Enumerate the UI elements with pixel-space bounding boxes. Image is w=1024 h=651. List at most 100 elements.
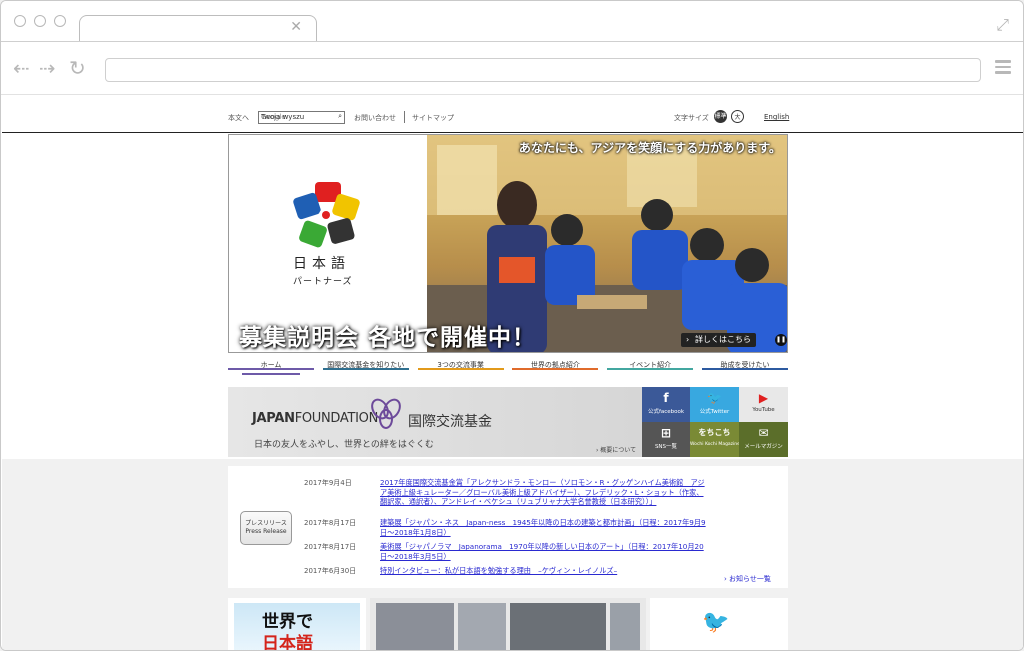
news-title-link[interactable]: 建築展「ジャパン・ネス Japan-ness 1945年以降の日本の建築と都市計…: [380, 518, 710, 537]
close-window-icon[interactable]: [14, 15, 26, 27]
press-badge-en: Press Release: [245, 528, 287, 535]
wochikochi-icon: をちこち: [698, 428, 731, 437]
tile-photo: [458, 603, 506, 650]
nav-support[interactable]: 助成を受けたい: [701, 358, 788, 378]
reload-icon[interactable]: ↻: [69, 56, 86, 80]
list-item: 2017年8月17日 美術展「ジャパノラマ Japanorama 1970年以降…: [304, 542, 780, 566]
tile-heading: 世界で 日本語: [262, 611, 313, 651]
text-size-normal-button[interactable]: 標準: [714, 110, 727, 123]
photo-tile[interactable]: [370, 598, 646, 650]
about-link[interactable]: › 概要について: [596, 445, 636, 454]
site-search-input[interactable]: Google Twoja wyszu ⌕: [258, 111, 345, 124]
list-item: 2017年8月17日 建築展「ジャパン・ネス Japan-ness 1945年以…: [304, 518, 780, 542]
maximize-window-icon[interactable]: [54, 15, 66, 27]
fullscreen-icon[interactable]: ⤢: [996, 15, 1009, 35]
news-title-link[interactable]: 2017年度国際交流基金賞「アレクサンドラ・モンロー（ソロモン・R・グッゲンハイ…: [380, 478, 710, 507]
tile-image: 世界で 日本語: [234, 603, 360, 651]
sns-list-label: SNS一覧: [654, 444, 678, 450]
tile-heading-line1: 世界で: [262, 612, 313, 632]
main-navigation: ホーム 国際交流基金を知りたい 3つの交流事業 世界の拠点紹介 イベント紹介 助…: [228, 358, 788, 378]
twitter-button[interactable]: 🐦 公式Twitter: [690, 387, 739, 422]
hamburger-menu-icon[interactable]: [995, 60, 1011, 77]
press-release-section: プレスリリース Press Release 2017年9月4日 2017年度国際…: [228, 466, 788, 588]
search-icon[interactable]: ⌕: [338, 112, 342, 121]
header-rule: [2, 132, 1023, 133]
nav-underline: [701, 368, 788, 370]
minimize-window-icon[interactable]: [34, 15, 46, 27]
press-badge-ja: プレスリリース: [245, 520, 287, 527]
text-size-label: 文字サイズ: [674, 114, 709, 122]
nav-underline: [512, 368, 599, 370]
twitter-bird-icon: 🐦: [702, 610, 730, 635]
news-list-link[interactable]: › お知らせ一覧: [724, 574, 771, 584]
news-date: 2017年8月17日: [304, 519, 357, 527]
sitemap-link[interactable]: サイトマップ: [412, 113, 454, 123]
sns-list-button[interactable]: ⊞ SNS一覧: [642, 422, 690, 457]
japanese-worldwide-tile[interactable]: 世界で 日本語: [228, 598, 366, 651]
hero-tagline: あなたにも、アジアを笑顔にする力があります。: [518, 141, 781, 155]
nav-about[interactable]: 国際交流基金を知りたい: [322, 358, 409, 378]
skip-to-content-link[interactable]: 本文へ: [228, 113, 249, 123]
browser-toolbar: ⇠ ⇢ ↻: [1, 41, 1023, 95]
tile-photo: [376, 603, 454, 650]
nav-programs[interactable]: 3つの交流事業: [417, 358, 504, 378]
facebook-icon: f: [663, 391, 669, 405]
web-page: 本文へ Google Twoja wyszu ⌕ お問い合わせ サイトマップ 文…: [2, 96, 1023, 651]
news-date: 2017年8月17日: [304, 543, 357, 551]
facebook-button[interactable]: f 公式facebook: [642, 387, 690, 422]
news-date: 2017年6月30日: [304, 567, 357, 575]
foundation-name: JAPANFOUNDATION: [252, 411, 378, 426]
nav-underline: [607, 368, 694, 370]
window-controls: [14, 15, 66, 27]
facebook-label: 公式facebook: [647, 409, 685, 415]
browser-tab[interactable]: ✕: [79, 15, 317, 43]
foundation-kanji: 国際交流基金: [408, 414, 492, 430]
nav-underline: [417, 368, 504, 370]
foundation-logo-icon: [371, 398, 401, 429]
news-list: 2017年9月4日 2017年度国際交流基金賞「アレクサンドラ・モンロー（ソロモ…: [304, 478, 780, 590]
foundation-name-bold: JAPAN: [252, 411, 295, 426]
youtube-button[interactable]: ▶ YouTube: [739, 387, 788, 422]
mail-magazine-label: メールマガジン: [744, 444, 783, 450]
utility-bar: 本文へ Google Twoja wyszu ⌕ お問い合わせ サイトマップ 文…: [228, 110, 789, 129]
address-bar[interactable]: [105, 58, 981, 82]
foundation-info-panel[interactable]: JAPANFOUNDATION 国際交流基金 日本の友人をふやし、世界との絆をは…: [228, 387, 642, 457]
nav-home[interactable]: ホーム: [228, 358, 314, 378]
press-release-badge[interactable]: プレスリリース Press Release: [240, 511, 292, 545]
forward-arrow-icon[interactable]: ⇢: [39, 56, 56, 80]
mail-magazine-button[interactable]: ✉ メールマガジン: [739, 422, 788, 457]
tile-photo: [510, 603, 606, 650]
tile-heading-line2: 日本語: [262, 634, 313, 651]
pause-icon[interactable]: ❚❚: [775, 334, 787, 346]
foundation-banner: JAPANFOUNDATION 国際交流基金 日本の友人をふやし、世界との絆をは…: [228, 387, 788, 457]
tab-bar: ✕ ⤢: [1, 1, 1023, 43]
foundation-name-rest: FOUNDATION: [294, 411, 379, 426]
news-title-link[interactable]: 美術展「ジャパノラマ Japanorama 1970年以降の新しい日本のアート」…: [380, 542, 710, 561]
text-size-large-button[interactable]: 大: [731, 110, 744, 123]
social-links: f 公式facebook 🐦 公式Twitter ▶ YouTube ⊞ SNS…: [642, 387, 788, 457]
youtube-icon: ▶: [758, 391, 769, 405]
back-arrow-icon[interactable]: ⇠: [13, 56, 30, 80]
twitter-tile[interactable]: 🐦: [650, 598, 788, 650]
utility-divider: [404, 111, 405, 123]
youtube-label: YouTube: [752, 407, 775, 413]
logo-title: 日本語: [293, 256, 350, 272]
hero-details-button[interactable]: 詳しくはこちら: [681, 333, 756, 347]
tab-close-icon[interactable]: ✕: [290, 19, 302, 35]
news-title-link[interactable]: 特別インタビュー：私が日本語を勉強する理由 –ケヴィン・レイノルズ–: [380, 566, 710, 576]
contact-link[interactable]: お問い合わせ: [354, 113, 396, 123]
grid-icon: ⊞: [660, 426, 672, 440]
english-link[interactable]: English: [764, 113, 789, 121]
wochikochi-button[interactable]: をちこち Wochi Kochi Magazine: [690, 422, 740, 457]
tile-photo: [610, 603, 640, 650]
twitter-label: 公式Twitter: [699, 409, 730, 415]
foundation-slogan: 日本の友人をふやし、世界との絆をはぐくむ: [254, 440, 434, 450]
nav-active-indicator: [242, 373, 300, 375]
twitter-icon: 🐦: [707, 391, 722, 405]
news-date: 2017年9月4日: [304, 479, 352, 487]
hero-banner[interactable]: 日本語 パートナーズ あなたにも、アジアを笑顔にする力があります。 募集説明会 …: [228, 134, 788, 353]
nav-network[interactable]: 世界の拠点紹介: [512, 358, 599, 378]
list-item: 2017年9月4日 2017年度国際交流基金賞「アレクサンドラ・モンロー（ソロモ…: [304, 478, 780, 518]
mail-icon: ✉: [758, 426, 769, 440]
nav-events[interactable]: イベント紹介: [607, 358, 694, 378]
